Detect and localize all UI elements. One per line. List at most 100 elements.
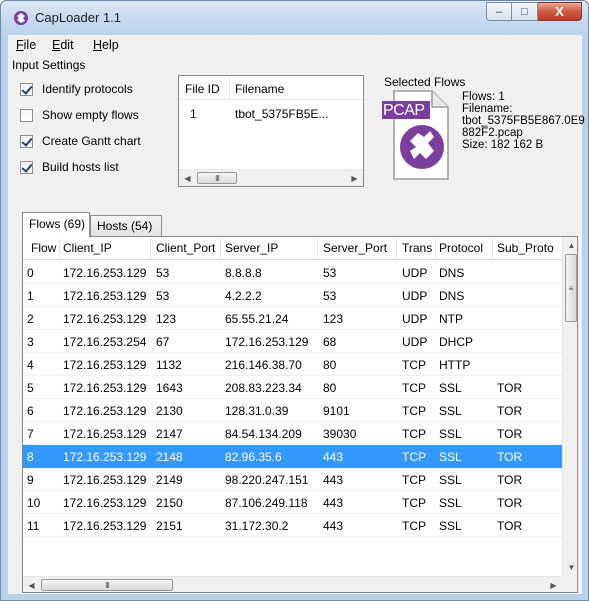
create-gantt-chart-checkbox[interactable]: Create Gantt chart bbox=[20, 134, 141, 148]
checkbox-box[interactable] bbox=[20, 82, 33, 96]
column-header-filename[interactable]: Filename bbox=[235, 82, 284, 96]
cell-flow-id: 4 bbox=[27, 358, 34, 372]
cell-flow-id: 10 bbox=[27, 496, 41, 510]
cell-server-port: 443 bbox=[323, 519, 344, 533]
file-list-hscrollbar[interactable]: ◀ III ▶ bbox=[179, 169, 363, 186]
table-row[interactable]: 1 172.16.253.129 53 4.2.2.2 53 UDP DNS bbox=[23, 284, 562, 307]
table-row[interactable]: 0 172.16.253.129 53 8.8.8.8 53 UDP DNS bbox=[23, 261, 562, 284]
scroll-left-icon[interactable]: ◀ bbox=[23, 577, 40, 592]
input-settings-group: Input Settings Identify protocols Show e… bbox=[8, 57, 166, 212]
cell-protocol: HTTP bbox=[439, 358, 471, 372]
close-button[interactable]: X bbox=[538, 2, 582, 21]
cell-sub-protocol: TOR bbox=[497, 496, 523, 510]
cell-client-ip: 172.16.253.254 bbox=[63, 335, 147, 349]
cell-protocol: SSL bbox=[439, 496, 462, 510]
checkbox-label: Create Gantt chart bbox=[42, 134, 141, 148]
cell-server-ip: 82.96.35.6 bbox=[225, 450, 282, 464]
column-divider[interactable] bbox=[150, 239, 151, 258]
cell-flow-id: 1 bbox=[27, 289, 34, 303]
client-area: File Edit Help Input Settings Identify p… bbox=[8, 35, 585, 594]
build-hosts-list-checkbox[interactable]: Build hosts list bbox=[20, 160, 119, 174]
cell-client-ip: 172.16.253.129 bbox=[63, 519, 147, 533]
cell-client-port: 2151 bbox=[156, 519, 183, 533]
column-divider[interactable] bbox=[59, 239, 60, 258]
column-header-client-ip[interactable]: Client_IP bbox=[63, 241, 112, 255]
table-row[interactable]: 8 172.16.253.129 2148 82.96.35.6 443 TCP SSL TO… bbox=[23, 445, 562, 468]
menu-file-label: ile bbox=[23, 38, 37, 52]
flows-count: Flows: 1 bbox=[462, 91, 505, 103]
checkbox-box[interactable] bbox=[20, 134, 33, 148]
cell-flow-id: 9 bbox=[27, 473, 34, 487]
cell-transport: TCP bbox=[402, 450, 426, 464]
column-divider[interactable] bbox=[492, 239, 493, 258]
title-bar[interactable]: CapLoader 1.1 – □ X bbox=[1, 1, 588, 35]
column-header-file-id[interactable]: File ID bbox=[185, 82, 220, 96]
file-list[interactable]: File ID Filename 1 tbot_5375FB5E... ◀ II… bbox=[178, 75, 364, 187]
table-row[interactable]: 2 172.16.253.129 123 65.55.21.24 123 UDP NTP bbox=[23, 307, 562, 330]
menu-file[interactable]: File bbox=[16, 38, 36, 52]
scroll-thumb[interactable]: III bbox=[41, 579, 173, 591]
table-row[interactable]: 3 172.16.253.254 67 172.16.253.129 68 UDP DHCP bbox=[23, 330, 562, 353]
menu-help[interactable]: Help bbox=[93, 38, 119, 52]
column-header-client-port[interactable]: Client_Port bbox=[156, 241, 215, 255]
cell-server-ip: 208.83.223.34 bbox=[225, 381, 302, 395]
scroll-right-icon[interactable]: ▶ bbox=[346, 170, 363, 186]
show-empty-flows-checkbox[interactable]: Show empty flows bbox=[20, 108, 139, 122]
flows-table[interactable]: Flow Client_IP Client_Port Server_IP Ser… bbox=[22, 236, 578, 593]
cell-client-port: 1132 bbox=[156, 358, 182, 372]
menu-edit[interactable]: Edit bbox=[52, 38, 74, 52]
flows-table-vscrollbar[interactable]: ▲ ≡ ▼ bbox=[562, 237, 577, 576]
caption-buttons: – □ X bbox=[486, 2, 582, 21]
cell-transport: UDP bbox=[402, 266, 428, 280]
column-header-server-port[interactable]: Server_Port bbox=[323, 241, 387, 255]
scroll-left-icon[interactable]: ◀ bbox=[179, 170, 196, 186]
cell-client-ip: 172.16.253.129 bbox=[63, 496, 147, 510]
checkbox-box[interactable] bbox=[20, 108, 33, 122]
cell-protocol: SSL bbox=[439, 427, 462, 441]
table-row[interactable]: 4 172.16.253.129 1132 216.146.38.70 80 TCP HTT… bbox=[23, 353, 562, 376]
cell-client-port: 53 bbox=[156, 289, 170, 303]
column-header-protocol[interactable]: Protocol bbox=[439, 241, 483, 255]
file-size: Size: 182 162 B bbox=[462, 139, 544, 151]
cell-protocol: SSL bbox=[439, 404, 462, 418]
table-row[interactable]: 11 172.16.253.129 2151 31.172.30.2 443 TCP SSL… bbox=[23, 514, 562, 537]
cell-client-ip: 172.16.253.129 bbox=[63, 427, 147, 441]
cell-flow-id: 7 bbox=[27, 427, 34, 441]
table-row[interactable]: 9 172.16.253.129 2149 98.220.247.151 443 TCP S… bbox=[23, 468, 562, 491]
table-row[interactable]: 7 172.16.253.129 2147 84.54.134.209 39030 TCP… bbox=[23, 422, 562, 445]
column-divider[interactable] bbox=[220, 239, 221, 258]
maximize-button[interactable]: □ bbox=[512, 2, 538, 21]
scroll-corner bbox=[562, 576, 577, 592]
table-row[interactable]: 10 172.16.253.129 2150 87.106.249.118 443 TCP… bbox=[23, 491, 562, 514]
tab-hosts[interactable]: Hosts (54) bbox=[90, 215, 162, 236]
checkbox-box[interactable] bbox=[20, 160, 33, 174]
cell-server-port: 53 bbox=[323, 266, 337, 280]
table-row[interactable]: 5 172.16.253.129 1643 208.83.223.34 80 TCP SSL… bbox=[23, 376, 562, 399]
column-divider[interactable] bbox=[396, 239, 397, 258]
cell-protocol: SSL bbox=[439, 473, 462, 487]
cell-server-port: 443 bbox=[323, 473, 344, 487]
scroll-down-icon[interactable]: ▼ bbox=[563, 559, 577, 575]
column-divider[interactable] bbox=[435, 239, 436, 258]
identify-protocols-checkbox[interactable]: Identify protocols bbox=[20, 82, 133, 96]
minimize-button[interactable]: – bbox=[486, 2, 512, 21]
menu-help-mnemonic: H bbox=[93, 38, 103, 52]
tab-flows[interactable]: Flows (69) bbox=[22, 212, 90, 237]
scroll-up-icon[interactable]: ▲ bbox=[563, 237, 577, 253]
cell-server-port: 123 bbox=[323, 312, 344, 326]
column-divider[interactable] bbox=[317, 239, 318, 258]
filename-cell[interactable]: tbot_5375FB5E... bbox=[235, 107, 328, 121]
column-divider[interactable] bbox=[229, 78, 230, 98]
vscroll-thumb[interactable]: ≡ bbox=[565, 254, 577, 322]
file-id-cell[interactable]: 1 bbox=[190, 107, 197, 121]
column-header-sub-proto[interactable]: Sub_Proto bbox=[497, 241, 554, 255]
cell-client-port: 2149 bbox=[156, 473, 183, 487]
scroll-thumb[interactable]: III bbox=[197, 172, 237, 184]
column-header-trans[interactable]: Trans bbox=[402, 241, 432, 255]
flows-table-hscrollbar[interactable]: ◀ III ▶ bbox=[23, 576, 562, 592]
table-row[interactable]: 6 172.16.253.129 2130 128.31.0.39 9101 TCP SSL… bbox=[23, 399, 562, 422]
scroll-right-icon[interactable]: ▶ bbox=[545, 577, 562, 592]
column-header-server-ip[interactable]: Server_IP bbox=[225, 241, 278, 255]
column-header-flow[interactable]: Flow bbox=[31, 241, 56, 255]
cell-flow-id: 2 bbox=[27, 312, 34, 326]
